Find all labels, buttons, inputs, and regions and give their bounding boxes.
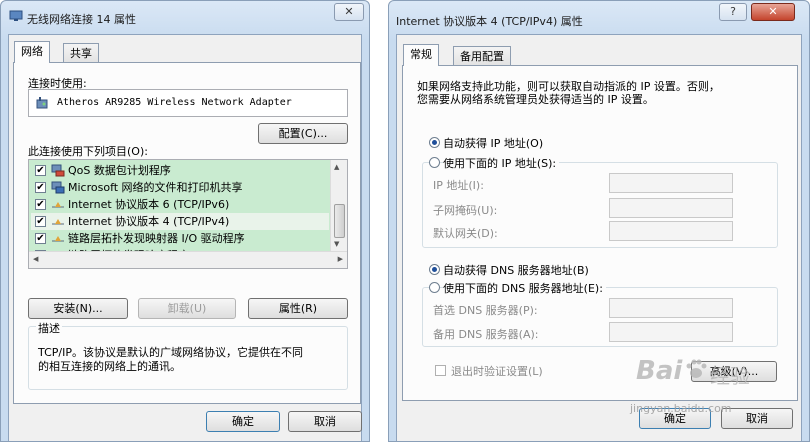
title-bar[interactable]: Internet 协议版本 4 (TCP/IPv4) 属性 ? ✕ bbox=[389, 1, 809, 35]
help-button[interactable]: ? bbox=[719, 3, 747, 21]
list-item[interactable]: ✔ Internet 协议版本 6 (TCP/IPv6) bbox=[31, 196, 329, 213]
description-line-2: 的相互连接的网络上的通讯。 bbox=[38, 360, 181, 373]
auto-ip-label[interactable]: 自动获得 IP 地址(O) bbox=[443, 135, 543, 151]
auto-dns-label[interactable]: 自动获得 DNS 服务器地址(B) bbox=[443, 262, 589, 278]
list-item[interactable]: ✔ QoS 数据包计划程序 bbox=[31, 162, 329, 179]
qos-icon bbox=[51, 164, 65, 177]
item-label: Microsoft 网络的文件和打印机共享 bbox=[68, 181, 243, 194]
adapter-field: Atheros AR9285 Wireless Network Adapter bbox=[28, 89, 348, 117]
manual-ip-label[interactable]: 使用下面的 IP 地址(S): bbox=[443, 155, 560, 171]
alternate-dns-label: 备用 DNS 服务器(A): bbox=[433, 328, 539, 341]
close-button[interactable]: ✕ bbox=[334, 3, 364, 21]
auto-ip-radio[interactable] bbox=[429, 137, 440, 148]
protocol-icon bbox=[52, 236, 64, 242]
vertical-scrollbar[interactable]: ▲ ▼ bbox=[330, 160, 347, 253]
list-item[interactable]: ✔ Microsoft 网络的文件和打印机共享 bbox=[31, 179, 329, 196]
item-checkbox[interactable]: ✔ bbox=[35, 233, 46, 244]
configure-button[interactable]: 配置(C)... bbox=[258, 123, 348, 144]
tab-alternate-configuration[interactable]: 备用配置 bbox=[453, 46, 511, 66]
subnet-mask-input[interactable] bbox=[609, 198, 733, 218]
alternate-dns-input[interactable] bbox=[609, 322, 733, 342]
subnet-mask-label: 子网掩码(U): bbox=[433, 204, 498, 217]
item-label: QoS 数据包计划程序 bbox=[68, 164, 171, 177]
adapter-name: Atheros AR9285 Wireless Network Adapter bbox=[57, 97, 292, 108]
horizontal-scrollbar[interactable]: ◀ ▶ bbox=[29, 251, 347, 268]
scroll-up-arrow-icon[interactable]: ▲ bbox=[334, 163, 339, 171]
close-button[interactable]: ✕ bbox=[751, 3, 795, 21]
properties-button[interactable]: 属性(R) bbox=[248, 298, 348, 319]
scroll-right-arrow-icon[interactable]: ▶ bbox=[338, 255, 343, 263]
network-adapter-icon bbox=[9, 10, 23, 21]
item-checkbox[interactable]: ✔ bbox=[35, 199, 46, 210]
preferred-dns-input[interactable] bbox=[609, 298, 733, 318]
scroll-thumb[interactable] bbox=[334, 204, 345, 238]
watermark-brand: Bai bbox=[636, 356, 683, 386]
ip-address-label: IP 地址(I): bbox=[433, 179, 484, 192]
intro-line-2: 您需要从网络系统管理员处获得适当的 IP 设置。 bbox=[417, 93, 654, 106]
close-icon: ✕ bbox=[768, 5, 778, 18]
ip-address-input[interactable] bbox=[609, 173, 733, 193]
default-gateway-label: 默认网关(D): bbox=[433, 227, 498, 240]
watermark-suffix: 经验 bbox=[710, 364, 750, 388]
tab-general[interactable]: 常规 bbox=[403, 44, 439, 66]
item-checkbox[interactable]: ✔ bbox=[35, 165, 46, 176]
item-label: Internet 协议版本 4 (TCP/IPv4) bbox=[68, 215, 230, 228]
description-title: 描述 bbox=[36, 320, 62, 336]
baidu-jingyan-watermark: Bai 经验 jingyan.baidu.com bbox=[600, 350, 800, 430]
manual-dns-label[interactable]: 使用下面的 DNS 服务器地址(E): bbox=[443, 280, 606, 296]
network-connection-properties-window: 无线网络连接 14 属性 ✕ 网络 共享 连接时使用: Atheros AR92… bbox=[0, 0, 370, 442]
protocol-icon bbox=[52, 219, 64, 225]
paw-icon bbox=[686, 359, 707, 378]
ok-button[interactable]: 确定 bbox=[206, 411, 280, 432]
manual-ip-radio[interactable] bbox=[429, 157, 440, 168]
cancel-button[interactable]: 取消 bbox=[288, 411, 362, 432]
dialog-body: 网络 共享 连接时使用: Atheros AR9285 Wireless Net… bbox=[8, 34, 362, 441]
window-title: Internet 协议版本 4 (TCP/IPv4) 属性 bbox=[396, 15, 583, 28]
network-tab-panel: 连接时使用: Atheros AR9285 Wireless Network A… bbox=[13, 62, 361, 404]
title-bar[interactable]: 无线网络连接 14 属性 ✕ bbox=[1, 1, 369, 35]
item-label: 链路层拓扑发现映射器 I/O 驱动程序 bbox=[68, 232, 245, 245]
watermark-url: jingyan.baidu.com bbox=[630, 402, 732, 415]
window-title: 无线网络连接 14 属性 bbox=[27, 13, 136, 26]
tab-network[interactable]: 网络 bbox=[14, 41, 50, 63]
auto-dns-radio[interactable] bbox=[429, 264, 440, 275]
item-label: Internet 协议版本 6 (TCP/IPv6) bbox=[68, 198, 230, 211]
scroll-down-arrow-icon[interactable]: ▼ bbox=[334, 240, 339, 248]
file-sharing-icon bbox=[51, 181, 65, 194]
close-icon: ✕ bbox=[344, 5, 354, 18]
validate-on-exit-label[interactable]: 退出时验证设置(L) bbox=[451, 363, 543, 379]
uninstall-button[interactable]: 卸载(U) bbox=[138, 298, 236, 319]
list-item-selected[interactable]: ✔ Internet 协议版本 4 (TCP/IPv4) bbox=[31, 213, 329, 230]
list-item[interactable]: ✔ 链路层拓扑发现映射器 I/O 驱动程序 bbox=[31, 230, 329, 247]
help-icon: ? bbox=[730, 5, 736, 18]
scroll-left-arrow-icon[interactable]: ◀ bbox=[33, 255, 38, 263]
wireless-adapter-icon bbox=[36, 97, 48, 109]
protocol-icon bbox=[52, 202, 64, 208]
install-button[interactable]: 安装(N)... bbox=[28, 298, 128, 319]
items-label: 此连接使用下列项目(O): bbox=[28, 145, 148, 158]
validate-on-exit-checkbox[interactable] bbox=[435, 365, 446, 376]
default-gateway-input[interactable] bbox=[609, 221, 733, 241]
preferred-dns-label: 首选 DNS 服务器(P): bbox=[433, 304, 538, 317]
component-list[interactable]: ✔ QoS 数据包计划程序 ✔ Microsoft 网络的文件和打印机共享 ✔ … bbox=[28, 159, 348, 269]
manual-dns-radio[interactable] bbox=[429, 282, 440, 293]
tab-sharing[interactable]: 共享 bbox=[63, 43, 99, 63]
item-checkbox[interactable]: ✔ bbox=[35, 216, 46, 227]
item-checkbox[interactable]: ✔ bbox=[35, 182, 46, 193]
